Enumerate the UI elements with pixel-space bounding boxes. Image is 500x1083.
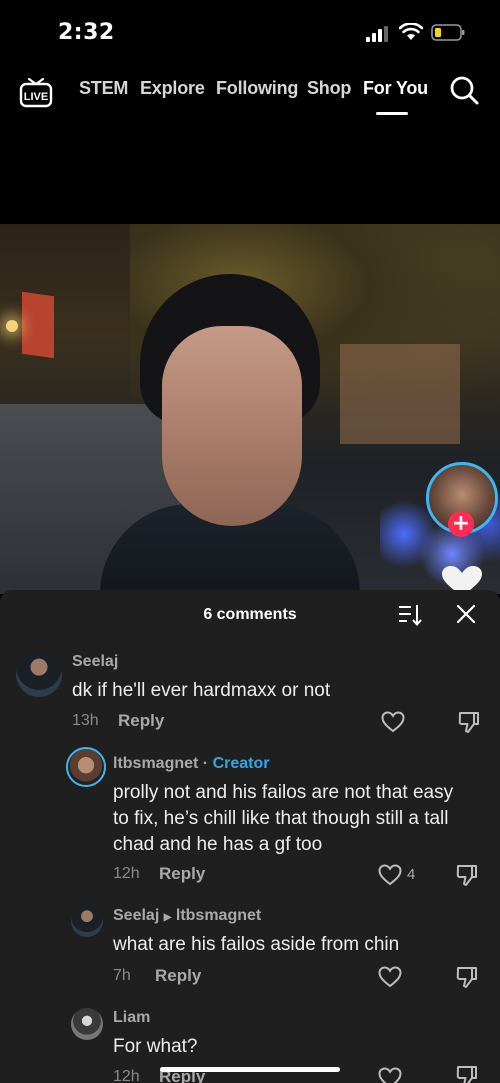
- comments-count-title: 6 comments: [203, 606, 297, 623]
- comment-text: dk if he'll ever hardmaxx or not: [72, 680, 331, 701]
- comment-author[interactable]: Seelaj ▶ ltbsmagnet: [113, 907, 261, 925]
- creator-badge: Creator: [212, 755, 270, 772]
- comment-author[interactable]: ltbsmagnet · Creator: [113, 755, 269, 773]
- svg-text:LIVE: LIVE: [24, 91, 48, 103]
- avatar[interactable]: [71, 1008, 103, 1040]
- tab-for-you[interactable]: For You: [363, 78, 428, 99]
- dislike-icon[interactable]: [457, 710, 481, 734]
- sort-icon[interactable]: [398, 604, 422, 626]
- comment-time: 7h: [113, 967, 131, 984]
- comment-author[interactable]: Liam: [113, 1009, 150, 1027]
- comment-author[interactable]: Seelaj: [72, 653, 118, 671]
- tab-shop[interactable]: Shop: [307, 78, 351, 99]
- like-count: 4: [407, 866, 416, 883]
- active-tab-indicator: [376, 112, 408, 115]
- tab-stem[interactable]: STEM: [79, 78, 128, 99]
- comment-text: For what?: [113, 1036, 198, 1057]
- status-time: 2:32: [58, 20, 115, 45]
- cellular-signal-icon: [366, 26, 388, 42]
- close-icon[interactable]: [456, 604, 476, 624]
- dislike-icon[interactable]: [455, 965, 479, 989]
- battery-icon: [431, 24, 465, 41]
- plus-icon[interactable]: +: [448, 511, 474, 537]
- status-bar: 2:32: [0, 0, 500, 62]
- tab-following[interactable]: Following: [216, 78, 298, 99]
- comment-text-line-1: prolly not and his failos are not that e…: [113, 782, 454, 803]
- reply-button[interactable]: Reply: [159, 864, 205, 884]
- video-subject: [100, 274, 360, 594]
- comment-text-line-3: chad and he has a gf too: [113, 834, 323, 855]
- avatar[interactable]: [16, 651, 62, 697]
- home-indicator[interactable]: [160, 1067, 340, 1072]
- heart-icon[interactable]: [378, 1067, 402, 1083]
- video-player[interactable]: [0, 224, 500, 594]
- dislike-icon[interactable]: [455, 863, 479, 887]
- dislike-icon[interactable]: [455, 1064, 479, 1083]
- comment-time: 12h: [113, 865, 140, 882]
- comment-time: 13h: [72, 712, 99, 729]
- reply-button[interactable]: Reply: [155, 966, 201, 986]
- live-icon[interactable]: LIVE: [18, 74, 54, 110]
- search-icon[interactable]: [448, 74, 480, 106]
- heart-icon[interactable]: [381, 711, 405, 733]
- heart-icon[interactable]: [378, 864, 402, 886]
- tab-explore[interactable]: Explore: [140, 78, 205, 99]
- avatar[interactable]: [66, 747, 106, 787]
- comment-text-line-2: to fix, he’s chill like that though stil…: [113, 808, 449, 829]
- avatar[interactable]: [71, 905, 103, 937]
- wifi-icon: [399, 23, 423, 40]
- comment-text: what are his failos aside from chin: [113, 934, 400, 955]
- heart-icon[interactable]: [378, 966, 402, 988]
- reply-button[interactable]: Reply: [118, 711, 164, 731]
- top-nav: LIVE STEM Explore Following Shop For You: [0, 68, 500, 118]
- reply-arrow-icon: ▶: [163, 912, 172, 923]
- comment-time: 12h: [113, 1068, 140, 1083]
